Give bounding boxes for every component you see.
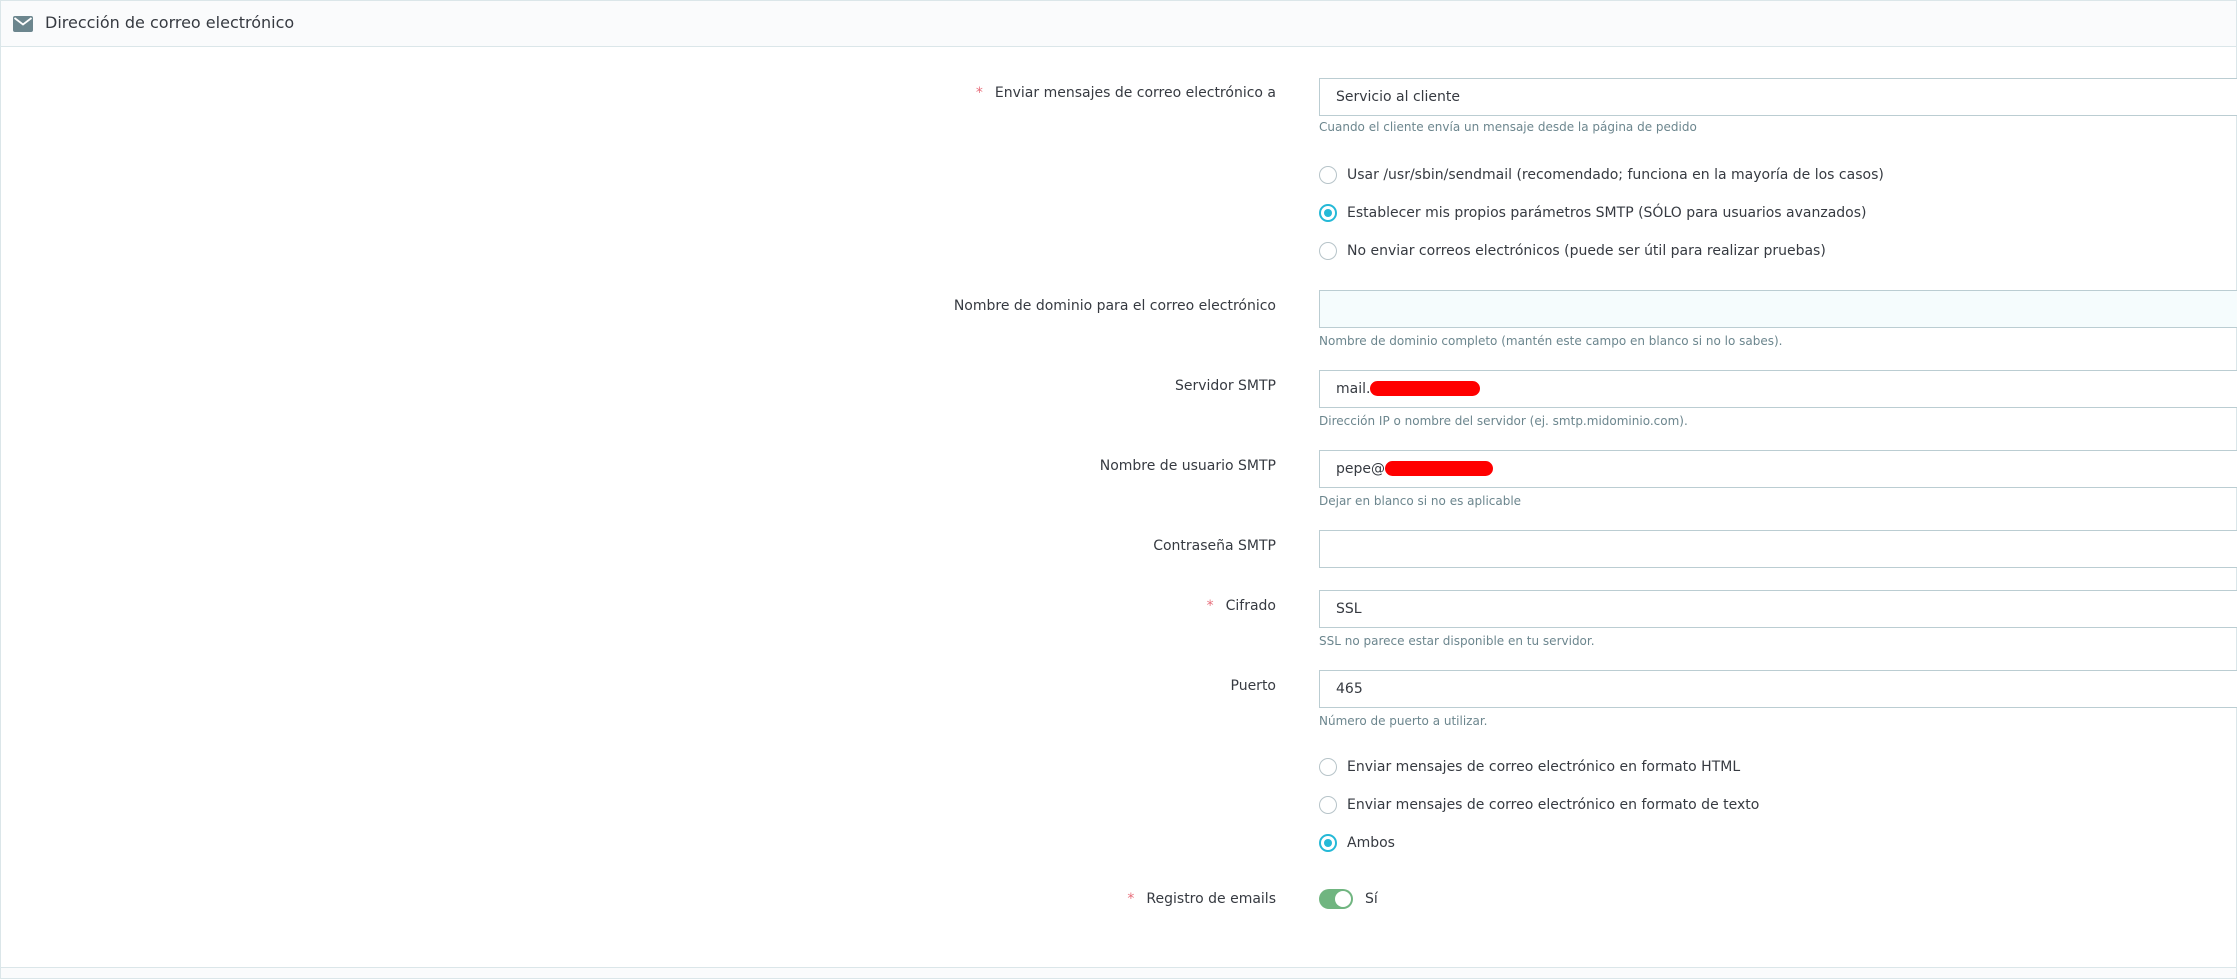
domain-label: Nombre de dominio para el correo electró… <box>953 298 1276 314</box>
redaction-mark <box>1385 460 1493 476</box>
encryption-select[interactable]: SSL <box>1319 590 2237 628</box>
smtp-user-input[interactable]: pepe@ <box>1319 450 2237 488</box>
domain-input[interactable] <box>1319 290 2237 328</box>
send-to-help: Cuando el cliente envía un mensaje desde… <box>1319 120 1697 134</box>
redaction-mark <box>1370 380 1481 396</box>
radio-button[interactable] <box>1319 166 1337 184</box>
port-input[interactable]: 465 <box>1319 670 2237 708</box>
send-to-label: * Enviar mensajes de correo electrónico a <box>975 85 1276 101</box>
smtp-password-input[interactable] <box>1319 530 2237 568</box>
email-settings-panel: Dirección de correo electrónico * Enviar … <box>0 0 2237 979</box>
toggle-knob <box>1335 891 1351 907</box>
radio-button[interactable] <box>1319 796 1337 814</box>
panel-title: Dirección de correo electrónico <box>45 13 295 32</box>
radio-sendmail[interactable]: Usar /usr/sbin/sendmail (recomendado; fu… <box>1319 164 1884 186</box>
domain-help: Nombre de dominio completo (mantén este … <box>1319 334 1783 348</box>
smtp-server-input[interactable]: mail. <box>1319 370 2237 408</box>
smtp-user-label: Nombre de usuario SMTP <box>1099 458 1276 474</box>
smtp-server-label: Servidor SMTP <box>1174 378 1276 394</box>
envelope-icon <box>13 16 33 32</box>
radio-button-selected[interactable] <box>1319 204 1337 222</box>
radio-button[interactable] <box>1319 758 1337 776</box>
toggle-state-label: Sí <box>1365 891 1378 907</box>
radio-custom-smtp[interactable]: Establecer mis propios parámetros SMTP (… <box>1319 202 1867 224</box>
email-log-label: * Registro de emails <box>1127 891 1276 907</box>
panel-footer <box>1 967 2236 978</box>
toggle-switch[interactable] <box>1319 889 1353 909</box>
encryption-help: SSL no parece estar disponible en tu ser… <box>1319 634 1595 648</box>
panel-header: Dirección de correo electrónico <box>1 1 2236 47</box>
radio-format-both[interactable]: Ambos <box>1319 832 1395 854</box>
radio-no-email[interactable]: No enviar correos electrónicos (puede se… <box>1319 240 1826 262</box>
radio-format-html[interactable]: Enviar mensajes de correo electrónico en… <box>1319 756 1740 778</box>
smtp-password-label: Contraseña SMTP <box>1153 538 1276 554</box>
send-to-select[interactable]: Servicio al cliente <box>1319 78 2237 116</box>
radio-button[interactable] <box>1319 242 1337 260</box>
encryption-label: * Cifrado <box>1206 598 1276 614</box>
port-label: Puerto <box>1230 678 1277 694</box>
smtp-user-help: Dejar en blanco si no es aplicable <box>1319 494 1522 508</box>
port-help: Número de puerto a utilizar. <box>1319 714 1488 728</box>
smtp-server-help: Dirección IP o nombre del servidor (ej. … <box>1319 414 1688 428</box>
radio-format-text[interactable]: Enviar mensajes de correo electrónico en… <box>1319 794 1759 816</box>
radio-button-selected[interactable] <box>1319 834 1337 852</box>
email-log-toggle[interactable]: Sí <box>1319 887 1378 911</box>
